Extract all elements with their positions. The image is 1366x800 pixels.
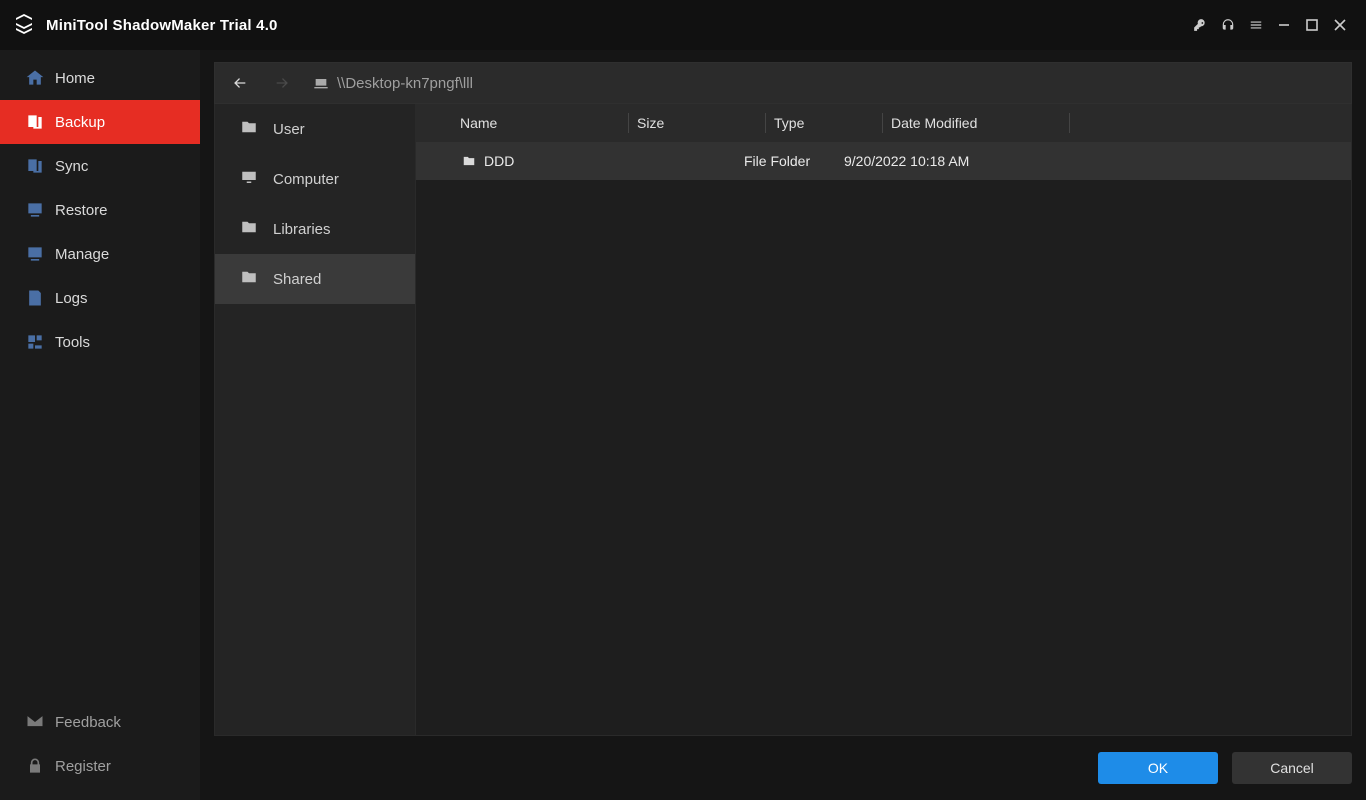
sidebar-item-label: Sync [55, 158, 88, 175]
sidebar-item-label: Backup [55, 114, 105, 131]
folder-icon [239, 118, 259, 140]
column-date[interactable]: Date Modified [891, 115, 1061, 131]
sidebar: Home Backup Sync Restore Manage Logs T [0, 50, 200, 800]
column-type[interactable]: Type [774, 115, 874, 131]
backup-icon [25, 112, 45, 136]
app-title: MiniTool ShadowMaker Trial 4.0 [46, 17, 278, 34]
sidebar-item-logs[interactable]: Logs [0, 276, 200, 320]
column-divider [628, 113, 629, 133]
manage-icon [25, 244, 45, 268]
place-label: Shared [273, 271, 321, 288]
column-name[interactable]: Name [460, 115, 620, 131]
sidebar-item-label: Feedback [55, 714, 121, 731]
file-list-header: Name Size Type Date Modified [416, 104, 1351, 142]
hamburger-icon[interactable] [1242, 11, 1270, 39]
sidebar-item-label: Restore [55, 202, 108, 219]
path-field[interactable]: \\Desktop-kn7pngf\lll [303, 68, 1347, 98]
row-type: File Folder [740, 153, 840, 169]
sidebar-item-label: Manage [55, 246, 109, 263]
column-divider [1069, 113, 1070, 133]
sidebar-footer: Feedback Register [0, 700, 200, 788]
folder-icon [239, 218, 259, 240]
sidebar-item-label: Logs [55, 290, 88, 307]
headset-icon[interactable] [1214, 11, 1242, 39]
pathbar: \\Desktop-kn7pngf\lll [214, 62, 1352, 104]
lock-icon [25, 756, 45, 780]
sidebar-item-label: Tools [55, 334, 90, 351]
key-icon[interactable] [1186, 11, 1214, 39]
dialog-footer: OK Cancel [1098, 752, 1352, 784]
close-button[interactable] [1326, 11, 1354, 39]
sidebar-item-label: Register [55, 758, 111, 775]
sidebar-item-feedback[interactable]: Feedback [0, 700, 200, 744]
places-item-shared[interactable]: Shared [215, 254, 415, 304]
feedback-icon [25, 712, 45, 736]
nav-back-button[interactable] [219, 62, 261, 104]
folder-icon [460, 154, 478, 168]
place-label: Computer [273, 171, 339, 188]
column-size[interactable]: Size [637, 115, 757, 131]
sidebar-item-register[interactable]: Register [0, 744, 200, 788]
file-browser-panel: \\Desktop-kn7pngf\lll User Computer [200, 50, 1366, 800]
minimize-button[interactable] [1270, 11, 1298, 39]
column-divider [765, 113, 766, 133]
table-row[interactable]: DDD File Folder 9/20/2022 10:18 AM [416, 142, 1351, 180]
sidebar-item-label: Home [55, 70, 95, 87]
places-item-user[interactable]: User [215, 104, 415, 154]
home-icon [25, 68, 45, 92]
sidebar-item-tools[interactable]: Tools [0, 320, 200, 364]
place-label: User [273, 121, 305, 138]
logs-icon [25, 288, 45, 312]
row-date: 9/20/2022 10:18 AM [840, 153, 1040, 169]
column-divider [882, 113, 883, 133]
ok-button[interactable]: OK [1098, 752, 1218, 784]
computer-icon [239, 168, 259, 190]
titlebar: MiniTool ShadowMaker Trial 4.0 [0, 0, 1366, 50]
file-list: Name Size Type Date Modified DDD File Fo… [415, 104, 1351, 735]
places-item-libraries[interactable]: Libraries [215, 204, 415, 254]
cancel-button[interactable]: Cancel [1232, 752, 1352, 784]
tools-icon [25, 332, 45, 356]
restore-icon [25, 200, 45, 224]
sidebar-item-restore[interactable]: Restore [0, 188, 200, 232]
current-path: \\Desktop-kn7pngf\lll [337, 75, 473, 92]
sidebar-item-manage[interactable]: Manage [0, 232, 200, 276]
folder-icon [239, 268, 259, 290]
app-logo-icon [12, 12, 46, 39]
maximize-button[interactable] [1298, 11, 1326, 39]
places-item-computer[interactable]: Computer [215, 154, 415, 204]
places-panel: User Computer Libraries Shared [215, 104, 415, 735]
sidebar-item-backup[interactable]: Backup [0, 100, 200, 144]
drive-icon [313, 75, 329, 91]
sidebar-item-sync[interactable]: Sync [0, 144, 200, 188]
sync-icon [25, 156, 45, 180]
place-label: Libraries [273, 221, 331, 238]
sidebar-item-home[interactable]: Home [0, 56, 200, 100]
file-browser-body: User Computer Libraries Shared [214, 104, 1352, 736]
nav-forward-button [261, 62, 303, 104]
row-name: DDD [484, 153, 514, 169]
